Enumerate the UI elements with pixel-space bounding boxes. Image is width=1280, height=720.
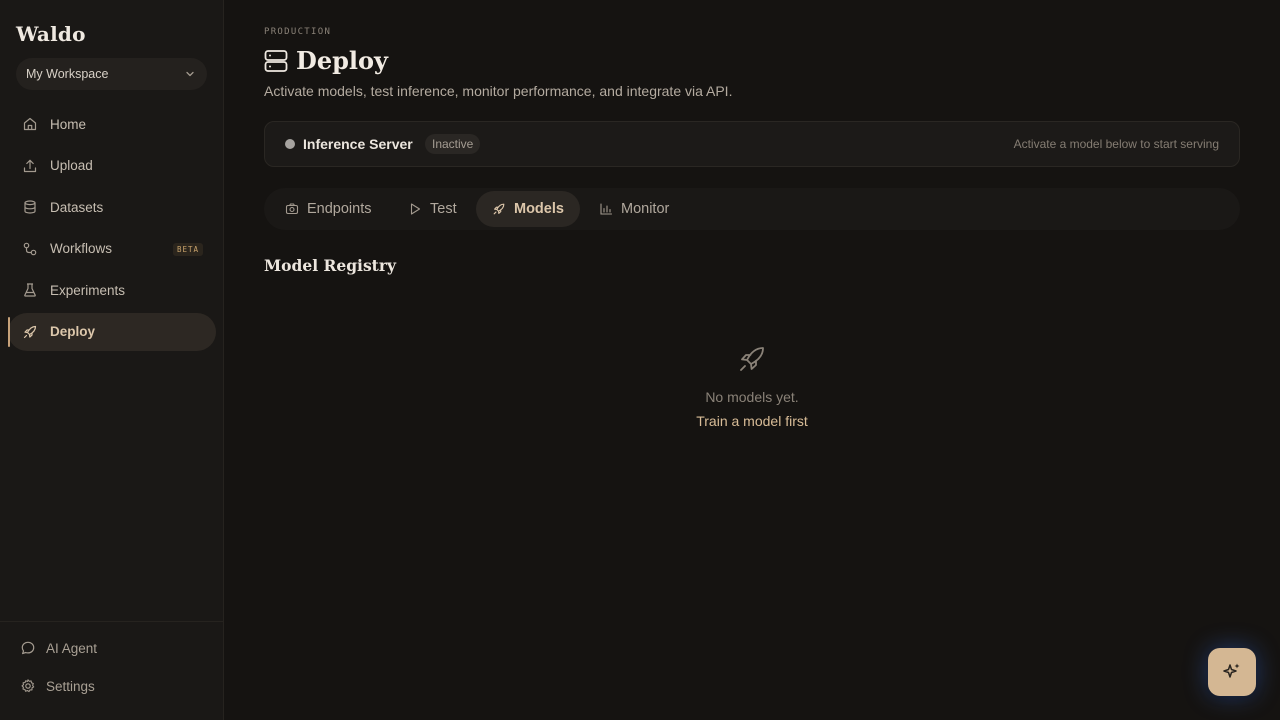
sidebar-footer: AI Agent Settings xyxy=(0,621,223,720)
camera-icon xyxy=(285,202,299,216)
chat-icon xyxy=(20,640,36,656)
sidebar-item-home[interactable]: Home xyxy=(8,105,216,143)
workflow-icon xyxy=(22,241,38,257)
bar-chart-icon xyxy=(599,202,613,216)
sidebar-item-label: Datasets xyxy=(50,199,104,215)
rocket-icon xyxy=(22,324,38,340)
sidebar-item-workflows[interactable]: Workflows BETA xyxy=(8,230,216,268)
home-icon xyxy=(22,116,38,132)
model-registry-title: Model Registry xyxy=(264,256,397,275)
page-header: Deploy xyxy=(264,46,388,75)
sidebar-item-label: Home xyxy=(50,116,87,132)
page-eyebrow: PRODUCTION xyxy=(264,27,332,37)
settings-button[interactable]: Settings xyxy=(20,678,95,694)
chevron-down-icon xyxy=(186,71,194,77)
status-badge: Inactive xyxy=(425,134,481,154)
tab-label: Monitor xyxy=(621,201,670,217)
deploy-tabs: Endpoints Test Models Monitor xyxy=(264,188,1240,230)
tab-monitor[interactable]: Monitor xyxy=(583,191,685,227)
empty-state-text: No models yet. xyxy=(705,389,799,405)
sidebar-item-datasets[interactable]: Datasets xyxy=(8,188,216,226)
workspace-selector[interactable]: My Workspace xyxy=(16,58,207,90)
server-name: Inference Server xyxy=(303,136,413,152)
server-icon xyxy=(264,49,288,72)
tab-test[interactable]: Test xyxy=(392,191,473,227)
tab-label: Models xyxy=(514,201,564,217)
sidebar-item-label: Upload xyxy=(50,158,93,173)
sidebar: Waldo My Workspace Home Upload Datasets … xyxy=(0,0,224,720)
page-title: Deploy xyxy=(296,46,388,75)
inference-server-bar: Inference Server Inactive Activate a mod… xyxy=(264,121,1240,167)
server-hint: Activate a model below to start serving xyxy=(1013,137,1219,151)
sidebar-item-experiments[interactable]: Experiments xyxy=(8,271,216,309)
app-logo: Waldo xyxy=(16,22,86,46)
sidebar-item-deploy[interactable]: Deploy xyxy=(8,312,216,351)
sidebar-item-label: Experiments xyxy=(50,282,126,298)
flask-icon xyxy=(22,282,38,298)
settings-label: Settings xyxy=(46,678,95,694)
sidebar-item-label: Workflows xyxy=(50,241,113,256)
workspace-label: My Workspace xyxy=(26,67,109,81)
page-subtitle: Activate models, test inference, monitor… xyxy=(264,83,733,99)
play-icon xyxy=(408,202,422,216)
tab-endpoints[interactable]: Endpoints xyxy=(269,191,388,227)
train-model-link[interactable]: Train a model first xyxy=(0,413,1280,429)
ai-assistant-button[interactable] xyxy=(1208,648,1256,696)
status-dot xyxy=(285,139,295,149)
beta-badge: BETA xyxy=(172,242,203,256)
rocket-icon xyxy=(492,202,506,216)
database-icon xyxy=(22,199,38,215)
upload-icon xyxy=(22,158,38,174)
gear-icon xyxy=(20,678,36,694)
tab-models[interactable]: Models xyxy=(476,191,580,227)
sidebar-item-label: Deploy xyxy=(50,324,96,339)
sidebar-item-upload[interactable]: Upload xyxy=(8,147,216,185)
tab-label: Endpoints xyxy=(307,201,372,217)
sidebar-nav: Home Upload Datasets Workflows BETA Expe… xyxy=(8,105,216,354)
ai-agent-button[interactable]: AI Agent xyxy=(20,640,97,656)
ai-agent-label: AI Agent xyxy=(46,640,98,656)
tab-label: Test xyxy=(430,201,457,217)
sparkle-icon xyxy=(1223,663,1240,678)
rocket-icon xyxy=(740,347,764,371)
